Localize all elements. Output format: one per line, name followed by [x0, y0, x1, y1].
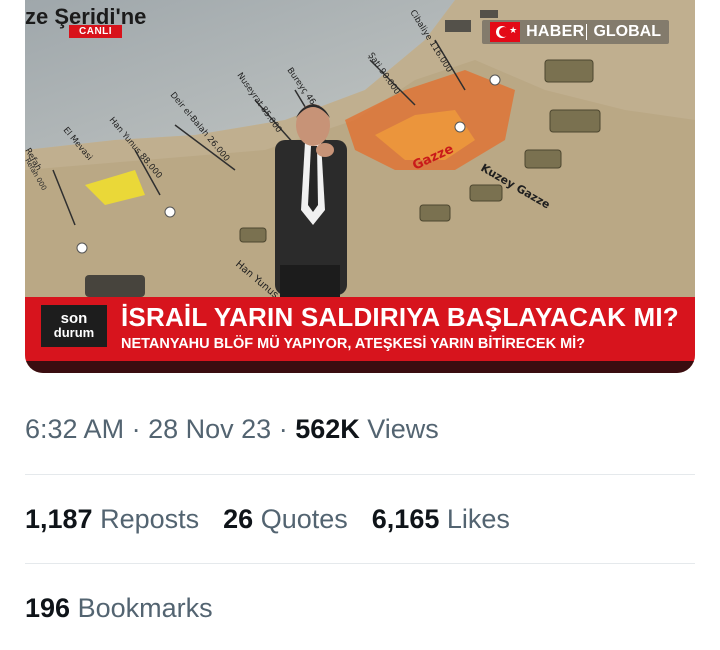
son-durum-logo: son durum — [41, 305, 107, 347]
tweet-timestamp-line: 6:32 AM · 28 Nov 23 · 562K Views — [25, 414, 439, 445]
dot-separator: · — [131, 414, 149, 444]
news-ticker: son durum İSRAİL YARIN SALDIRIYA BAŞLAYA… — [25, 297, 695, 361]
quotes-stat[interactable]: 26 Quotes — [223, 504, 348, 535]
reposts-stat[interactable]: 1,187 Reposts — [25, 504, 199, 535]
live-badge: CANLI — [69, 25, 123, 38]
tweet-time[interactable]: 6:32 AM — [25, 414, 124, 444]
tweet-date[interactable]: 28 Nov 23 — [148, 414, 271, 444]
reposts-label: Reposts — [100, 504, 200, 534]
views-count: 562K — [295, 414, 360, 444]
likes-count: 6,165 — [371, 504, 440, 534]
likes-label: Likes — [446, 504, 510, 534]
channel-name-part1: HABER — [526, 23, 585, 40]
video-thumbnail[interactable]: Refah El Mevasi Han Yunus 88.000 Deir el… — [25, 0, 695, 373]
channel-logo: ★ HABER GLOBAL — [482, 20, 669, 44]
channel-name-part2: GLOBAL — [593, 23, 661, 40]
ticker-logo-line1: son — [60, 310, 88, 327]
turkish-flag-icon: ★ — [490, 22, 521, 42]
likes-stat[interactable]: 6,165 Likes — [372, 504, 510, 535]
ticker-subheadline: NETANYAHU BLÖF MÜ YAPIYOR, ATEŞKESİ YARI… — [121, 336, 586, 352]
reposts-count: 1,187 — [25, 504, 93, 534]
ticker-headline: İSRAİL YARIN SALDIRIYA BAŞLAYACAK MI? — [121, 302, 679, 332]
tweet-engagement-stats: 1,187 Reposts 26 Quotes 6,165 Likes — [25, 504, 510, 535]
bookmarks-label: Bookmarks — [77, 593, 213, 623]
bookmarks-stat[interactable]: 196 Bookmarks — [25, 593, 213, 624]
ticker-bottom-bar — [25, 361, 695, 373]
quotes-count: 26 — [223, 504, 254, 534]
bookmarks-count: 196 — [25, 593, 71, 623]
views-label: Views — [367, 414, 439, 444]
ticker-logo-line2: durum — [53, 325, 95, 340]
divider — [25, 474, 695, 475]
divider — [25, 563, 695, 564]
dot-separator: · — [278, 414, 296, 444]
quotes-label: Quotes — [260, 504, 348, 534]
